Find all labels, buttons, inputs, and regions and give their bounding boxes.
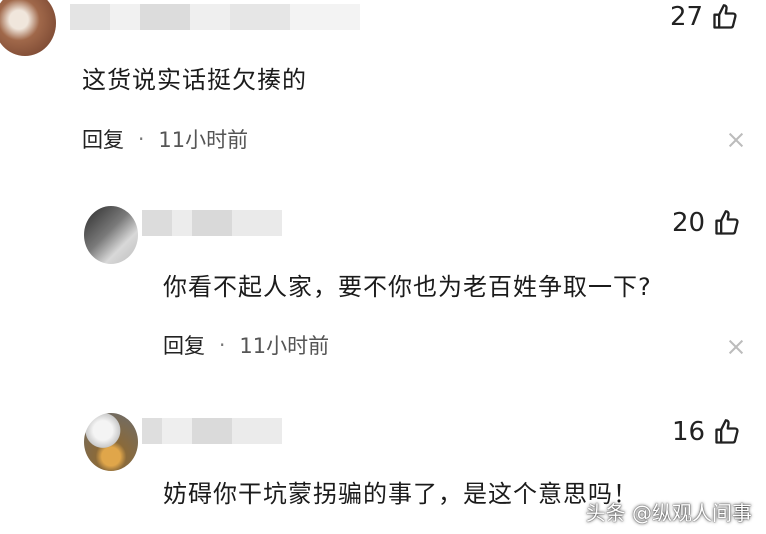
meta-separator: ·	[138, 127, 145, 151]
meta-separator: ·	[219, 333, 226, 357]
close-icon[interactable]	[727, 131, 745, 149]
thumbs-up-icon[interactable]	[711, 3, 739, 31]
reply-button[interactable]: 回复	[163, 330, 205, 360]
thumbs-up-icon[interactable]	[713, 418, 741, 446]
thumbs-up-icon[interactable]	[713, 209, 741, 237]
comment-meta: 回复 · 11小时前	[163, 330, 329, 360]
comment-meta: 回复 · 11小时前	[82, 124, 248, 154]
like-count-value: 27	[670, 2, 704, 32]
comment-text: 妨碍你干坑蒙拐骗的事了，是这个意思吗！	[163, 480, 638, 508]
like-count-value: 16	[672, 417, 706, 447]
watermark: 头条 @纵观人间事	[585, 501, 752, 525]
like-count[interactable]: 16	[672, 417, 741, 447]
username-blurred[interactable]	[142, 418, 282, 444]
like-count-value: 20	[672, 208, 706, 238]
like-count[interactable]: 27	[670, 2, 739, 32]
like-count[interactable]: 20	[672, 208, 741, 238]
reply-button[interactable]: 回复	[82, 124, 124, 154]
timestamp: 11小时前	[239, 334, 330, 358]
timestamp: 11小时前	[158, 128, 249, 152]
avatar[interactable]	[0, 0, 56, 56]
username-blurred[interactable]	[142, 210, 282, 236]
avatar[interactable]	[84, 413, 138, 471]
username-blurred[interactable]	[70, 4, 360, 30]
comment-text: 你看不起人家，要不你也为老百姓争取一下?	[163, 273, 652, 301]
avatar[interactable]	[84, 206, 138, 264]
comment-text: 这货说实话挺欠揍的	[82, 66, 307, 94]
close-icon[interactable]	[727, 338, 745, 356]
